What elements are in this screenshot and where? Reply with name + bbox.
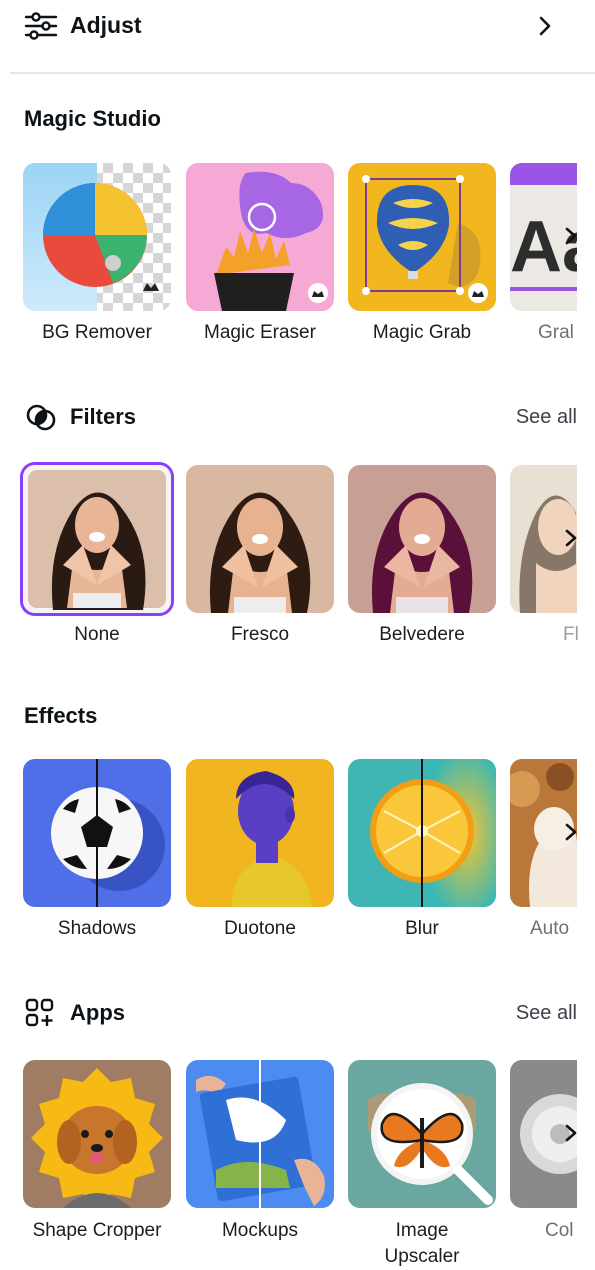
soccer-ball-image <box>23 759 171 907</box>
image-upscaler-tile[interactable] <box>348 1060 496 1208</box>
adjust-row[interactable]: Adjust <box>0 0 595 56</box>
duotone-tile[interactable] <box>186 759 334 907</box>
filter-fresco-tile[interactable] <box>186 465 334 613</box>
notebook-mockup-image <box>186 1060 334 1208</box>
tile-label: Fl <box>563 624 579 645</box>
filter-belvedere-tile[interactable] <box>348 465 496 613</box>
tile-label: Gral <box>538 322 574 343</box>
tile-label: BG Remover <box>42 322 152 343</box>
portrait-image <box>186 465 334 613</box>
chevron-right-icon[interactable] <box>560 225 582 247</box>
tile-label: Magic Grab <box>372 322 472 343</box>
portrait-image <box>348 465 496 613</box>
hot-air-balloon-image <box>348 163 496 311</box>
filters-row <box>0 465 595 615</box>
filters-title: Filters <box>70 404 137 429</box>
dog-cropped-image <box>23 1060 171 1208</box>
apps-grid-plus-icon <box>25 998 54 1027</box>
duotone-portrait-image <box>186 759 334 907</box>
blur-tile[interactable] <box>348 759 496 907</box>
apps-row <box>0 1060 595 1210</box>
tile-label: None <box>74 624 120 645</box>
bg-remover-tile[interactable] <box>23 163 171 311</box>
tile-label: Col <box>545 1220 574 1241</box>
tile-label: Magic Eraser <box>204 322 316 343</box>
svg-text:Aa: Aa <box>510 207 577 287</box>
portrait-image <box>23 465 171 613</box>
effects-title: Effects <box>24 703 98 728</box>
effects-row <box>0 759 595 909</box>
filters-see-all[interactable]: See all <box>516 406 577 429</box>
tile-label: Shape Cropper <box>32 1220 162 1241</box>
apps-see-all[interactable]: See all <box>516 1002 577 1025</box>
chevron-right-icon[interactable] <box>560 1122 582 1144</box>
apps-title: Apps <box>70 1000 125 1025</box>
magic-eraser-image <box>186 163 334 311</box>
shadows-tile[interactable] <box>23 759 171 907</box>
tile-label: Image Upscaler <box>384 1220 460 1267</box>
tile-label: Fresco <box>230 624 290 645</box>
magic-studio-row: Aa <box>0 163 595 313</box>
beach-ball-image <box>23 163 171 311</box>
magic-eraser-tile[interactable] <box>186 163 334 311</box>
magic-studio-title: Magic Studio <box>24 106 161 131</box>
chevron-right-icon[interactable] <box>560 527 582 549</box>
orange-slice-image <box>348 759 496 907</box>
tile-label: Auto <box>530 918 570 939</box>
magic-grab-tile[interactable] <box>348 163 496 311</box>
chevron-right-icon[interactable] <box>534 12 556 40</box>
tile-label: Blur <box>405 918 439 939</box>
tile-label: Belvedere <box>379 624 465 645</box>
filter-none-tile[interactable] <box>23 465 171 613</box>
tile-label: Shadows <box>57 918 137 939</box>
overlapping-circles-icon <box>26 404 56 431</box>
sliders-icon <box>24 12 58 40</box>
chevron-right-icon[interactable] <box>560 821 582 843</box>
tile-label: Mockups <box>221 1220 299 1241</box>
butterfly-magnifier-image <box>348 1060 496 1208</box>
tile-label: Duotone <box>224 918 296 939</box>
shape-cropper-tile[interactable] <box>23 1060 171 1208</box>
divider <box>10 72 595 74</box>
mockups-tile[interactable] <box>186 1060 334 1208</box>
adjust-label: Adjust <box>70 12 142 38</box>
